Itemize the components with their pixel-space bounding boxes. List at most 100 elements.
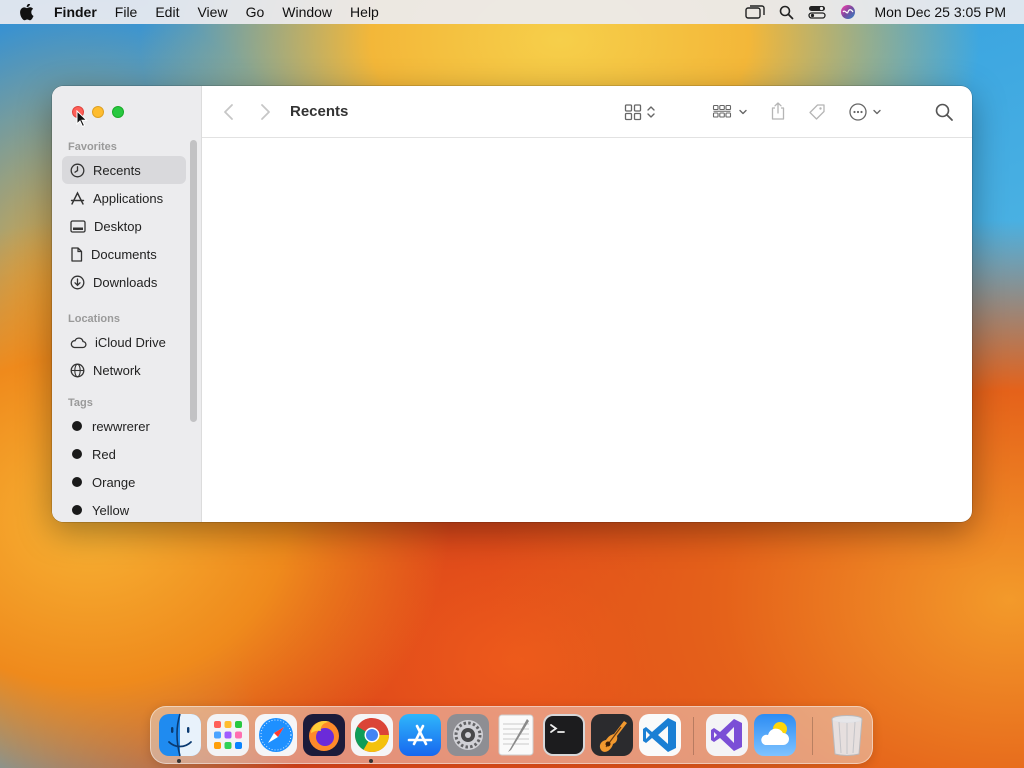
dock-visual-studio-icon[interactable] <box>705 713 749 757</box>
dock-firefox-icon[interactable] <box>302 713 346 757</box>
icon-view-grid-icon <box>624 104 642 121</box>
up-down-chevron-icon <box>647 106 655 118</box>
group-button[interactable] <box>712 103 748 121</box>
mouse-cursor-icon <box>76 110 88 128</box>
search-icon <box>935 103 953 121</box>
chevron-right-icon <box>261 104 270 120</box>
sidebar-item-label: Documents <box>91 246 157 262</box>
menu-go[interactable]: Go <box>237 0 274 24</box>
tag-dot-icon <box>72 505 82 515</box>
sidebar-item-label: Applications <box>93 190 164 206</box>
section-title-locations: Locations <box>68 313 120 325</box>
sidebar-list: Favorites Recents Applications Desktop D… <box>62 138 186 522</box>
sidebar: Favorites Recents Applications Desktop D… <box>52 86 202 522</box>
sidebar-item-applications[interactable]: Applications <box>62 184 186 212</box>
chevron-left-icon <box>224 104 233 120</box>
cloud-icon <box>70 336 87 348</box>
dock-vscode-icon[interactable] <box>638 713 682 757</box>
tag-dot-icon <box>72 477 82 487</box>
search-button[interactable] <box>934 102 954 122</box>
apple-menu[interactable] <box>0 3 52 21</box>
file-list-area[interactable] <box>202 139 972 522</box>
running-indicator <box>369 759 373 763</box>
download-icon <box>70 275 85 289</box>
running-indicator <box>177 759 181 763</box>
dock-weather-icon[interactable] <box>753 713 797 757</box>
document-icon <box>71 246 83 262</box>
globe-icon <box>70 363 85 377</box>
dock-system-settings-icon[interactable] <box>446 713 490 757</box>
sidebar-item-documents[interactable]: Documents <box>62 240 186 268</box>
finder-window: Favorites Recents Applications Desktop D… <box>52 86 972 522</box>
dock-trash-icon[interactable] <box>825 712 869 758</box>
sidebar-tag-orange[interactable]: Orange <box>62 468 186 496</box>
zoom-button[interactable] <box>112 106 124 118</box>
sidebar-item-downloads[interactable]: Downloads <box>62 268 186 296</box>
tag-dot-icon <box>72 421 82 431</box>
sidebar-item-label: Red <box>92 446 116 462</box>
section-title-tags: Tags <box>68 397 93 409</box>
menu-help[interactable]: Help <box>341 0 388 24</box>
sidebar-item-label: Recents <box>93 162 141 178</box>
chevron-down-icon <box>739 109 747 115</box>
applications-icon <box>70 190 85 205</box>
dock <box>150 706 873 764</box>
menu-bar: Finder File Edit View Go Window Help Mon… <box>0 0 1024 24</box>
tag-dot-icon <box>72 449 82 459</box>
chevron-down-icon <box>873 109 881 115</box>
sidebar-item-label: Desktop <box>94 218 142 234</box>
dock-garageband-icon[interactable] <box>590 713 634 757</box>
dock-divider <box>693 717 694 755</box>
menu-window[interactable]: Window <box>273 0 341 24</box>
sidebar-item-label: Orange <box>92 474 136 490</box>
sidebar-item-label: Network <box>93 362 141 378</box>
sidebar-item-desktop[interactable]: Desktop <box>62 212 186 240</box>
view-mode-button[interactable] <box>624 103 656 121</box>
back-button[interactable] <box>222 103 236 121</box>
sidebar-scrollbar[interactable] <box>190 140 197 422</box>
screen-mirroring-icon[interactable] <box>745 5 766 19</box>
sidebar-item-icloud-drive[interactable]: iCloud Drive <box>62 328 186 356</box>
dock-app-store-icon[interactable] <box>398 713 442 757</box>
dock-finder-icon[interactable] <box>158 713 202 757</box>
control-center-icon[interactable] <box>808 5 827 19</box>
spotlight-search-icon[interactable] <box>779 5 794 20</box>
share-button[interactable] <box>769 101 787 121</box>
sidebar-item-network[interactable]: Network <box>62 356 186 384</box>
dock-terminal-icon[interactable] <box>542 713 586 757</box>
dock-safari-icon[interactable] <box>254 713 298 757</box>
share-icon <box>771 102 785 120</box>
clock-icon <box>70 163 85 177</box>
window-title: Recents <box>290 103 349 120</box>
menu-view[interactable]: View <box>188 0 236 24</box>
desktop-icon <box>70 219 86 233</box>
sidebar-item-label: Downloads <box>93 274 158 290</box>
sidebar-tag-yellow[interactable]: Yellow <box>62 496 186 522</box>
ellipsis-circle-icon <box>849 103 867 121</box>
menu-file[interactable]: File <box>106 0 147 24</box>
section-title-favorites: Favorites <box>68 141 117 153</box>
sidebar-item-label: rewwrerer <box>92 418 150 434</box>
group-grid-icon <box>712 104 732 118</box>
sidebar-item-label: Yellow <box>92 502 130 518</box>
tag-button[interactable] <box>807 102 827 122</box>
main-content: Recents <box>202 86 972 522</box>
sidebar-item-label: iCloud Drive <box>95 334 166 350</box>
menu-bar-clock[interactable]: Mon Dec 25 3:05 PM <box>874 4 1006 20</box>
apple-icon <box>19 3 33 20</box>
minimize-button[interactable] <box>92 106 104 118</box>
app-menu-finder[interactable]: Finder <box>52 0 106 24</box>
dock-divider <box>812 717 813 755</box>
tag-icon <box>809 104 825 120</box>
dock-textedit-icon[interactable] <box>494 713 538 757</box>
toolbar: Recents <box>202 86 972 138</box>
sidebar-tag-red[interactable]: Red <box>62 440 186 468</box>
sidebar-tag-rewwrerer[interactable]: rewwrerer <box>62 412 186 440</box>
sidebar-item-recents[interactable]: Recents <box>62 156 186 184</box>
menu-edit[interactable]: Edit <box>146 0 188 24</box>
forward-button[interactable] <box>258 103 272 121</box>
action-menu-button[interactable] <box>848 102 882 122</box>
dock-launchpad-icon[interactable] <box>206 713 250 757</box>
dock-chrome-icon[interactable] <box>350 713 394 757</box>
siri-icon[interactable] <box>840 4 856 20</box>
